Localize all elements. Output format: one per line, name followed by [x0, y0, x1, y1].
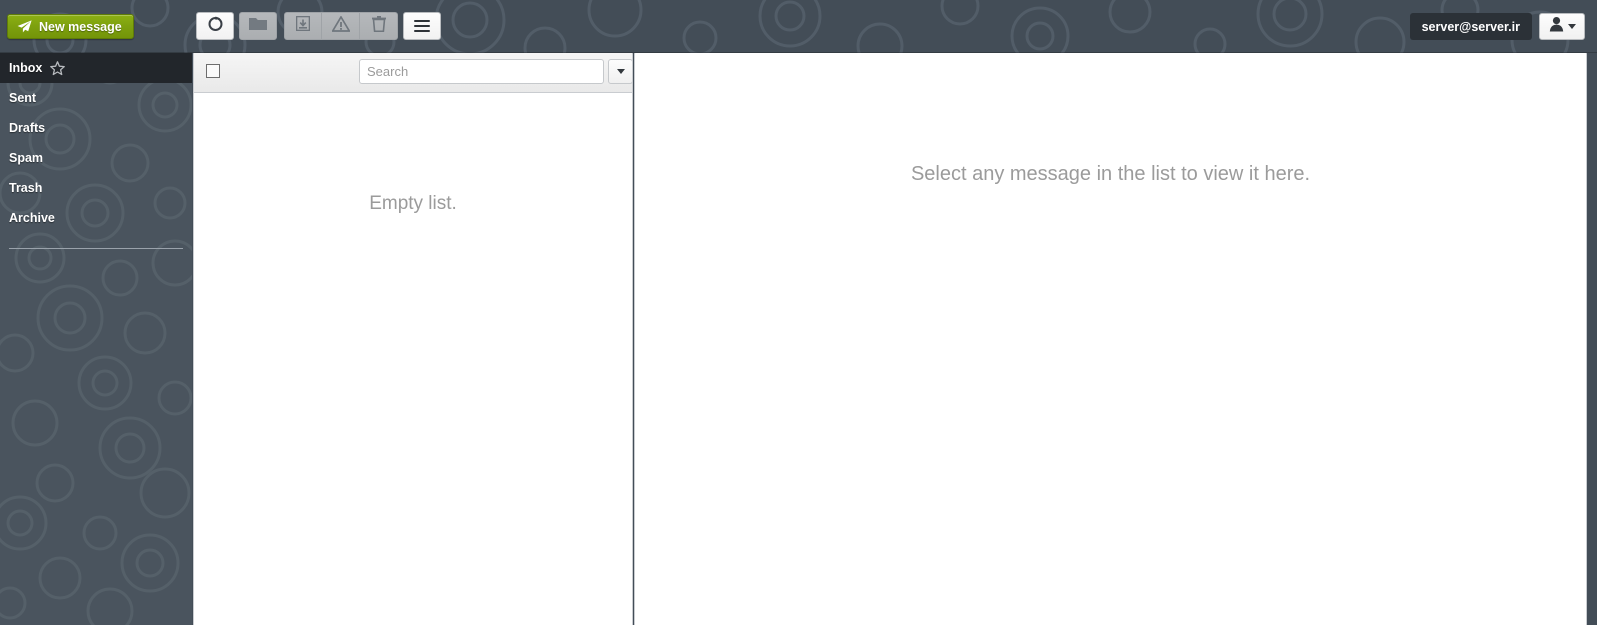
star-outline-icon[interactable] — [50, 60, 66, 76]
account-email-pill: server@server.ir — [1409, 13, 1532, 40]
junk-button[interactable] — [322, 12, 360, 40]
sidebar-divider — [9, 248, 183, 249]
sidebar-item-inbox[interactable]: Inbox — [0, 53, 192, 83]
sidebar-item-label: Inbox — [9, 61, 43, 75]
sidebar-item-spam[interactable]: Spam — [0, 143, 192, 173]
empty-list-message: Empty list. — [369, 193, 457, 214]
refresh-button-group — [196, 12, 234, 40]
message-actions-group — [284, 12, 398, 40]
chevron-down-icon — [616, 69, 625, 74]
top-toolbar: New message server@server.ir — [0, 0, 1597, 53]
preview-placeholder-text: Select any message in the list to view i… — [910, 163, 1311, 185]
archive-box-icon — [295, 15, 311, 36]
sidebar-item-label: Trash — [9, 181, 43, 195]
options-button[interactable] — [403, 12, 441, 40]
message-list-header — [194, 51, 632, 93]
archive-button[interactable] — [284, 12, 322, 40]
refresh-circle-icon — [207, 15, 224, 37]
paper-plane-icon — [17, 20, 32, 33]
warning-triangle-icon — [330, 14, 351, 37]
message-list-body: Empty list. — [194, 93, 632, 625]
webmail-app: New message server@server.ir Inbox Sent … — [0, 0, 1597, 625]
folder-button[interactable] — [239, 12, 277, 40]
sidebar-item-label: Spam — [9, 151, 44, 165]
new-message-label: New message — [39, 19, 122, 34]
search-options-button[interactable] — [608, 59, 632, 84]
delete-button[interactable] — [360, 12, 398, 40]
sidebar-item-label: Drafts — [9, 121, 46, 135]
message-preview-panel: Select any message in the list to view i… — [634, 50, 1587, 625]
folder-button-group — [239, 12, 277, 40]
sidebar-item-label: Sent — [9, 91, 37, 105]
hamburger-menu-icon — [414, 20, 430, 32]
folder-icon — [249, 17, 267, 36]
sidebar-item-trash[interactable]: Trash — [0, 173, 192, 203]
message-list-panel: Empty list. — [193, 50, 633, 625]
refresh-button[interactable] — [196, 12, 234, 40]
search-input[interactable] — [359, 59, 604, 84]
account-email: server@server.ir — [1421, 19, 1520, 34]
account-menu-button[interactable] — [1539, 13, 1585, 40]
select-all-checkbox[interactable] — [206, 64, 220, 78]
sidebar-item-label: Archive — [9, 211, 55, 225]
folders-sidebar: Inbox Sent Drafts Spam Trash Archive — [0, 53, 192, 625]
folder-list: Inbox Sent Drafts Spam Trash Archive — [0, 53, 192, 233]
sidebar-item-archive[interactable]: Archive — [0, 203, 192, 233]
search-bar — [359, 59, 632, 84]
sidebar-item-drafts[interactable]: Drafts — [0, 113, 192, 143]
user-icon — [1549, 16, 1564, 37]
trash-icon — [371, 15, 386, 37]
new-message-button[interactable]: New message — [7, 14, 134, 39]
sidebar-item-sent[interactable]: Sent — [0, 83, 192, 113]
chevron-down-icon — [1567, 24, 1576, 29]
options-button-group — [403, 12, 441, 40]
